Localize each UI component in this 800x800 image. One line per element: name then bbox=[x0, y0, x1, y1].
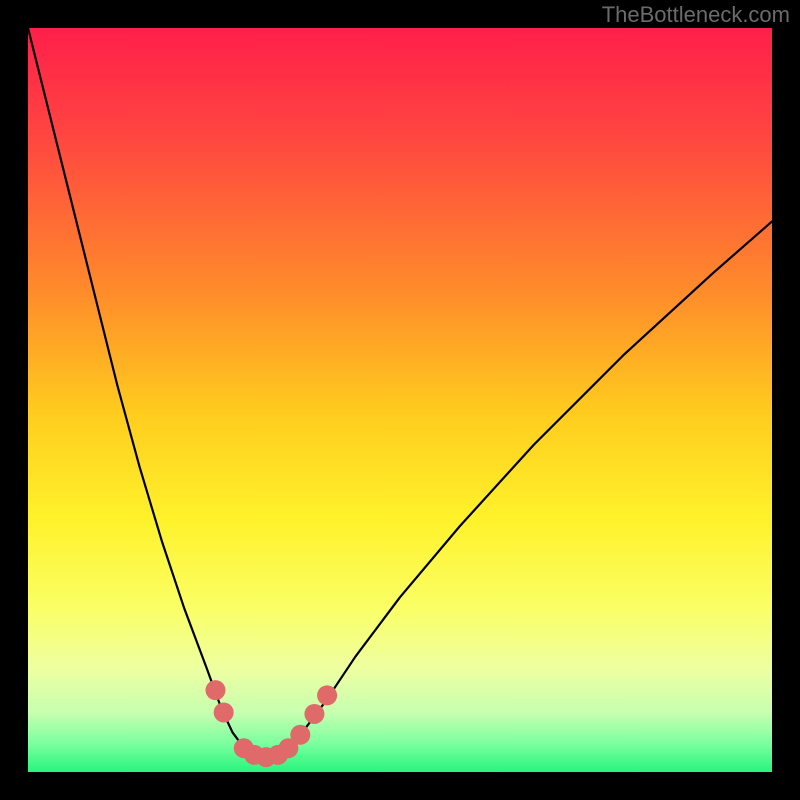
chart-background bbox=[28, 28, 772, 772]
highlight-dot bbox=[290, 725, 310, 745]
chart-svg bbox=[28, 28, 772, 772]
highlight-dot bbox=[214, 702, 234, 722]
watermark-text: TheBottleneck.com bbox=[602, 2, 790, 28]
highlight-dot bbox=[205, 680, 225, 700]
highlight-dot bbox=[304, 704, 324, 724]
highlight-dot bbox=[317, 685, 337, 705]
chart-plot-area bbox=[28, 28, 772, 772]
outer-frame: TheBottleneck.com bbox=[0, 0, 800, 800]
